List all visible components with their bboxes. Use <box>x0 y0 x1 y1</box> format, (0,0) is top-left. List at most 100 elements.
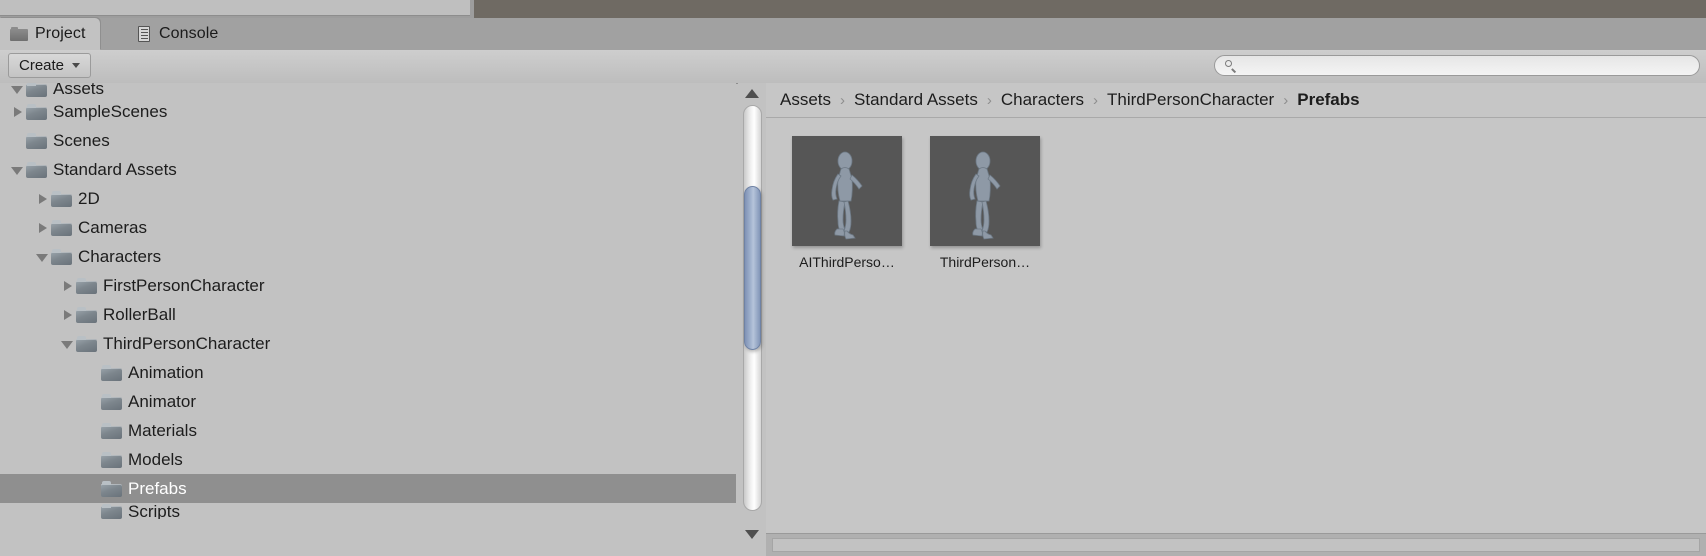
tree-item-label: Standard Assets <box>53 160 177 179</box>
console-icon <box>138 26 152 42</box>
tree-item-prefabs[interactable]: Prefabs <box>0 474 736 503</box>
twisty-spacer <box>85 365 101 381</box>
twisty-spacer <box>85 394 101 410</box>
tree-item-label: Characters <box>78 247 162 266</box>
breadcrumb-separator-icon: › <box>840 91 846 109</box>
asset-grid: AIThirdPerso… ThirdPerson… <box>766 118 1706 270</box>
asset-tile-label: ThirdPerson… <box>939 254 1031 270</box>
tree-item-label: 2D <box>78 189 100 208</box>
tree-item-scripts[interactable]: Scripts <box>0 503 736 519</box>
folder-icon <box>101 423 122 439</box>
triangle-down-icon[interactable] <box>745 530 759 539</box>
folder-icon <box>76 307 97 323</box>
breadcrumb-item-characters[interactable]: Characters <box>1001 90 1084 110</box>
chevron-down-icon <box>72 63 81 68</box>
asset-browser-panel: Assets › Standard Assets › Characters › ThirdP… <box>766 83 1706 556</box>
character-prefab-thumbnail[interactable] <box>930 136 1040 246</box>
folder-icon <box>101 481 122 497</box>
tree-item-label: Models <box>128 450 183 469</box>
breadcrumb-item-standard-assets[interactable]: Standard Assets <box>854 90 978 110</box>
tree-item-label: SampleScenes <box>53 102 168 121</box>
breadcrumb-item-prefabs[interactable]: Prefabs <box>1297 90 1359 110</box>
project-tree-panel[interactable]: Assets SampleScenes Scenes Standard Assets 2… <box>0 83 736 556</box>
unity-project-window: Project Console Create Assets SampleScene… <box>0 0 1706 556</box>
tree-vertical-scrollbar[interactable] <box>738 83 766 556</box>
twisty-spacer <box>10 133 26 149</box>
triangle-down-icon[interactable] <box>10 162 26 178</box>
triangle-down-icon[interactable] <box>35 249 51 265</box>
search-icon <box>1225 60 1236 71</box>
tab-project-label: Project <box>35 25 86 42</box>
breadcrumb-item-assets[interactable]: Assets <box>780 90 831 110</box>
folder-icon <box>26 133 47 149</box>
triangle-right-icon[interactable] <box>10 104 26 120</box>
folder-icon <box>76 278 97 294</box>
folder-icon <box>101 365 122 381</box>
tree-item-assets[interactable]: Assets <box>0 83 736 97</box>
tree-item-animator[interactable]: Animator <box>0 387 736 416</box>
create-button-label: Create <box>19 57 65 74</box>
folder-icon <box>51 191 72 207</box>
tree-item-label: Scripts <box>128 503 180 519</box>
asset-tile[interactable]: AIThirdPerso… <box>792 136 902 270</box>
tree-item-samplescenes[interactable]: SampleScenes <box>0 97 736 126</box>
tree-item-label: Cameras <box>78 218 147 237</box>
tree-item-label: Animation <box>128 363 204 382</box>
tree-item-characters[interactable]: Characters <box>0 242 736 271</box>
triangle-up-icon[interactable] <box>745 89 759 98</box>
folder-icon <box>101 503 122 519</box>
tree-item-materials[interactable]: Materials <box>0 416 736 445</box>
tree-item-label: RollerBall <box>103 305 176 324</box>
tree-item-cameras[interactable]: Cameras <box>0 213 736 242</box>
top-strip-left-pane <box>0 0 470 16</box>
triangle-right-icon[interactable] <box>35 220 51 236</box>
tree-item-scenes[interactable]: Scenes <box>0 126 736 155</box>
twisty-spacer <box>85 452 101 468</box>
folder-icon <box>76 336 97 352</box>
triangle-down-icon[interactable] <box>60 336 76 352</box>
tab-console-label: Console <box>159 25 219 42</box>
folder-icon <box>51 249 72 265</box>
tree-item-label: ThirdPersonCharacter <box>103 334 271 353</box>
breadcrumb-separator-icon: › <box>1283 91 1289 109</box>
tree-item-models[interactable]: Models <box>0 445 736 474</box>
asset-tile[interactable]: ThirdPerson… <box>930 136 1040 270</box>
status-bar-slider[interactable] <box>772 538 1700 552</box>
tree-item-2d[interactable]: 2D <box>0 184 736 213</box>
tab-bar: Project Console <box>0 18 1706 50</box>
character-figure-icon <box>969 151 1001 240</box>
tree-item-label: FirstPersonCharacter <box>103 276 265 295</box>
triangle-right-icon[interactable] <box>60 307 76 323</box>
breadcrumb-separator-icon: › <box>986 91 992 109</box>
tree-item-label: Assets <box>53 83 105 97</box>
folder-icon <box>101 452 122 468</box>
tab-console[interactable]: Console <box>128 18 232 50</box>
triangle-right-icon[interactable] <box>35 191 51 207</box>
triangle-down-icon[interactable] <box>10 83 26 97</box>
twisty-spacer <box>85 481 101 497</box>
tree-item-animation[interactable]: Animation <box>0 358 736 387</box>
tree-item-firstpersoncharacter[interactable]: FirstPersonCharacter <box>0 271 736 300</box>
character-prefab-thumbnail[interactable] <box>792 136 902 246</box>
breadcrumb: Assets › Standard Assets › Characters › ThirdP… <box>766 83 1706 118</box>
tree-item-thirdpersoncharacter[interactable]: ThirdPersonCharacter <box>0 329 736 358</box>
scrollbar-thumb[interactable] <box>744 186 761 350</box>
folder-icon <box>10 27 28 41</box>
search-box[interactable] <box>1214 55 1700 76</box>
tree-item-label: Animator <box>128 392 197 411</box>
breadcrumb-separator-icon: › <box>1092 91 1098 109</box>
triangle-right-icon[interactable] <box>60 278 76 294</box>
twisty-spacer <box>85 423 101 439</box>
create-button[interactable]: Create <box>8 53 92 78</box>
top-strip-right-pane <box>474 0 1706 18</box>
breadcrumb-item-thirdpersoncharacter[interactable]: ThirdPersonCharacter <box>1107 90 1274 110</box>
folder-icon <box>26 83 47 97</box>
search-input[interactable] <box>1243 57 1677 74</box>
folder-icon <box>51 220 72 236</box>
character-figure-icon <box>831 151 863 240</box>
tab-project[interactable]: Project <box>0 18 100 50</box>
tree-item-rollerball[interactable]: RollerBall <box>0 300 736 329</box>
tree-item-label: Scenes <box>53 131 110 150</box>
tree-item-label: Materials <box>128 421 197 440</box>
tree-item-standard-assets[interactable]: Standard Assets <box>0 155 736 184</box>
